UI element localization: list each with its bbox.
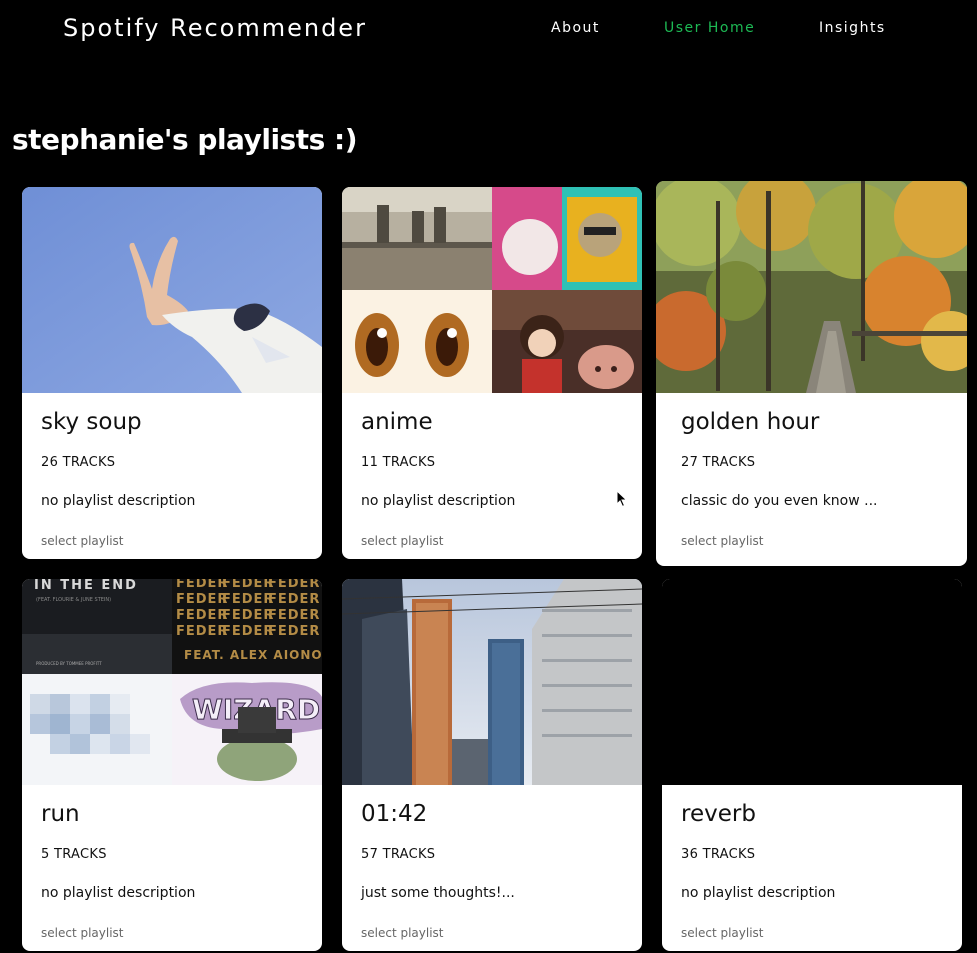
playlist-name: golden hour	[681, 409, 820, 435]
select-playlist-link[interactable]: select playlist	[41, 926, 124, 940]
nav-link-about[interactable]: About	[551, 20, 600, 36]
cover-text-feder-2: FEDER	[222, 579, 274, 591]
playlist-cover	[342, 187, 642, 393]
playlist-name: run	[41, 801, 80, 827]
cover-text-feat: FEAT. ALEX AIONO	[184, 648, 322, 662]
cover-text-feder-11: FEDER	[222, 624, 274, 639]
track-count: 36 TRACKS	[681, 847, 756, 862]
cover-text-feder-3: FEDER	[268, 579, 320, 591]
cover-text-credit: (FEAT. FLOURIE & JUNE STEIN)	[36, 597, 111, 603]
select-playlist-link[interactable]: select playlist	[41, 534, 124, 548]
playlist-card-01-42[interactable]: 01:42 57 TRACKS just some thoughts!... s…	[342, 579, 642, 951]
cover-text-in-the-end: IN THE END	[34, 579, 138, 593]
track-count: 57 TRACKS	[361, 847, 436, 862]
playlist-description: no playlist description	[41, 493, 196, 509]
playlist-card-anime[interactable]: anime 11 TRACKS no playlist description …	[342, 187, 642, 559]
select-playlist-link[interactable]: select playlist	[681, 534, 764, 548]
playlist-card-sky-soup[interactable]: sky soup 26 TRACKS no playlist descripti…	[22, 187, 322, 559]
select-playlist-link[interactable]: select playlist	[361, 534, 444, 548]
cover-text-producer: PRODUCED BY TOMMEE PROFITT	[36, 661, 102, 666]
playlist-card-run[interactable]: IN THE END (FEAT. FLOURIE & JUNE STEIN) …	[22, 579, 322, 951]
nav-link-user-home[interactable]: User Home	[664, 20, 755, 36]
playlist-cover	[662, 579, 962, 785]
playlist-cover: IN THE END (FEAT. FLOURIE & JUNE STEIN) …	[22, 579, 322, 785]
page-title: stephanie's playlists :)	[12, 123, 358, 156]
playlist-card-golden-hour[interactable]: golden hour 27 TRACKS classic do you eve…	[656, 181, 967, 566]
cover-text-feder-5: FEDER	[222, 592, 274, 607]
playlist-name: anime	[361, 409, 433, 435]
playlist-cover	[656, 181, 967, 393]
cover-text-feder-10: FEDER	[176, 624, 228, 639]
playlist-name: reverb	[681, 801, 756, 827]
nav-link-insights[interactable]: Insights	[819, 20, 886, 36]
cover-text-feder-8: FEDER	[222, 608, 274, 623]
playlist-name: sky soup	[41, 409, 142, 435]
playlist-cover	[22, 187, 322, 393]
playlist-description: no playlist description	[41, 885, 196, 901]
playlist-name: 01:42	[361, 801, 428, 827]
navbar: Spotify Recommender About User Home Insi…	[0, 0, 977, 60]
mouse-cursor-icon	[616, 490, 628, 508]
playlist-description: no playlist description	[361, 493, 516, 509]
select-playlist-link[interactable]: select playlist	[361, 926, 444, 940]
cover-text-feder-7: FEDER	[176, 608, 228, 623]
cover-text-feder-4: FEDER	[176, 592, 228, 607]
cover-text-feder-12: FEDER	[268, 624, 320, 639]
cover-text-feder-1: FEDER	[176, 579, 228, 591]
cover-text-feder-9: FEDER	[268, 608, 320, 623]
track-count: 26 TRACKS	[41, 455, 116, 470]
playlist-description: just some thoughts!...	[361, 885, 515, 901]
playlist-description: no playlist description	[681, 885, 836, 901]
cover-text-feder-6: FEDER	[268, 592, 320, 607]
brand-title[interactable]: Spotify Recommender	[63, 14, 367, 42]
playlist-cover	[342, 579, 642, 785]
track-count: 11 TRACKS	[361, 455, 436, 470]
select-playlist-link[interactable]: select playlist	[681, 926, 764, 940]
playlist-card-reverb[interactable]: reverb 36 TRACKS no playlist description…	[662, 579, 962, 951]
track-count: 27 TRACKS	[681, 455, 756, 470]
track-count: 5 TRACKS	[41, 847, 107, 862]
playlist-description: classic do you even know ...	[681, 493, 878, 509]
